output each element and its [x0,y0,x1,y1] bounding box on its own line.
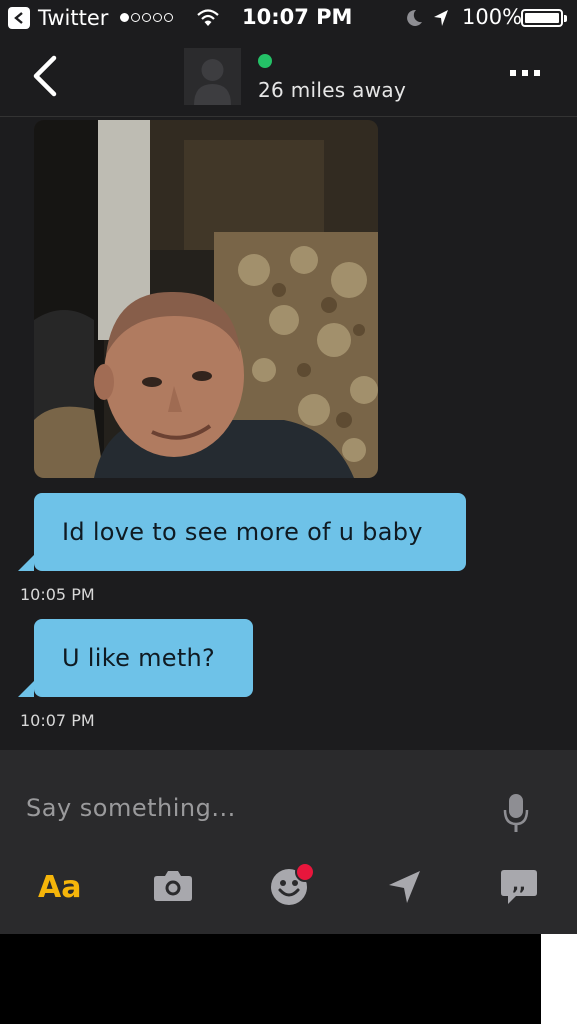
microphone-icon[interactable] [502,792,530,834]
photo-message[interactable] [34,120,378,478]
message-bubble[interactable]: U like meth? [18,619,253,697]
white-edge-strip [541,934,577,1024]
saved-phrases-icon[interactable]: ,, [500,868,538,906]
status-time: 10:07 PM [242,5,353,29]
message-text: U like meth? [62,644,216,672]
bubble-tail [18,555,34,571]
selfie-photo [34,120,378,478]
text-format-button[interactable]: Aa [38,870,81,905]
avatar-placeholder-icon [194,59,231,105]
location-arrow-icon [434,10,448,26]
back-app-label: Twitter [38,6,109,30]
back-app-icon [8,7,30,29]
message-timestamp: 10:05 PM [20,585,95,604]
moon-icon [407,9,422,26]
distance-label: 26 miles away [258,78,407,102]
back-chevron-icon[interactable] [26,54,66,98]
online-status-dot [258,54,272,68]
svg-text:,,: ,, [512,874,526,895]
location-icon[interactable] [386,868,424,906]
message-timestamp: 10:07 PM [20,711,95,730]
battery-percent: 100% [462,5,523,29]
message-text: Id love to see more of u baby [62,518,423,546]
chat-header: 26 miles away [0,36,577,117]
notification-badge [295,862,315,882]
wifi-icon [197,9,219,26]
profile-avatar[interactable] [184,48,241,105]
camera-icon[interactable] [153,868,193,902]
more-dots-icon[interactable] [510,70,540,76]
chat-screen: Twitter 10:07 PM 100% 26 miles away Id l… [0,0,577,934]
back-to-app[interactable]: Twitter [8,6,108,30]
battery-icon [521,9,567,27]
message-input[interactable]: Say something... [26,794,236,822]
signal-strength-icon [120,13,173,22]
message-composer: Say something... Aa ,, [0,750,577,934]
status-bar: Twitter 10:07 PM 100% [0,0,577,36]
message-bubble[interactable]: Id love to see more of u baby [18,493,466,571]
bubble-tail [18,681,34,697]
